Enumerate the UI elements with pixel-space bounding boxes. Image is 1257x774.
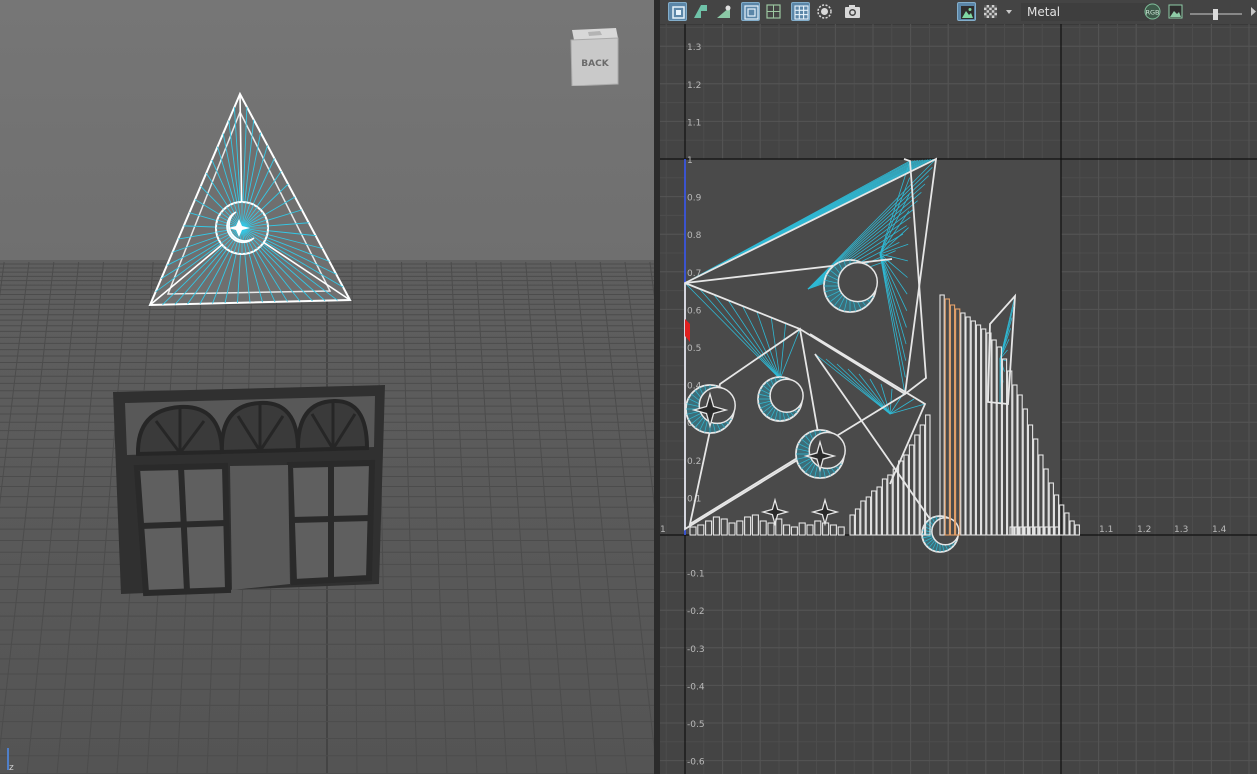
v-tick-label: 0.2	[687, 457, 701, 467]
exposure-slider-handle	[1213, 9, 1218, 20]
v-tick-label: -0.1	[687, 570, 705, 580]
snapshot-camera-icon[interactable]	[843, 2, 862, 21]
uv-0-1-tile	[685, 159, 1061, 535]
axis-indicator: z	[2, 746, 16, 772]
uv-texture-canvas[interactable]: 1.31.21.110.90.80.70.60.50.40.30.20.1-0.…	[660, 24, 1257, 774]
app-root: BACK z Metal RGB 1.3 1.2 1.1 1 0.9 0.8 0…	[0, 0, 1257, 774]
uv-face-select-icon[interactable]	[691, 2, 710, 21]
image-display-icon[interactable]	[957, 2, 976, 21]
u-tick-label: 1.1	[1099, 525, 1113, 535]
viewport-scene[interactable]	[0, 0, 654, 774]
view-cube-face-label: BACK	[581, 59, 609, 69]
rgb-channels-icon[interactable]: RGB	[1143, 2, 1162, 21]
perspective-viewport[interactable]: BACK z	[0, 0, 654, 774]
v-tick-label: 0.7	[687, 269, 701, 279]
axis-z-label: z	[9, 763, 14, 772]
uv-editor-panel[interactable]: Metal RGB 1.3 1.2 1.1 1 0.9 0.8 0.7 0.6 0.5 0.4 0.…	[660, 0, 1257, 774]
uv-vertex-select-icon[interactable]	[714, 2, 733, 21]
image-view-icon[interactable]	[1166, 2, 1185, 21]
uv-checker-grid-icon[interactable]	[791, 2, 810, 21]
v-tick-label: 1.3	[687, 43, 701, 53]
texture-name-label: Metal	[1027, 5, 1061, 19]
u-tick-label: 1	[660, 525, 666, 535]
display-grid-icon[interactable]	[764, 2, 783, 21]
v-tick-label: -0.5	[687, 720, 705, 730]
shader-texture-field[interactable]: Metal	[1021, 3, 1149, 21]
v-tick-label: 0.5	[687, 344, 701, 354]
u-tick-label: 1.2	[1137, 525, 1151, 535]
checker-pattern-icon[interactable]	[981, 2, 1000, 21]
v-tick-label: 1.2	[687, 81, 701, 91]
isolate-select-icon[interactable]	[815, 2, 834, 21]
dropdown-arrow-icon[interactable]	[1003, 2, 1015, 21]
toolbar-overflow-arrow[interactable]	[1250, 2, 1257, 21]
v-tick-label: -0.6	[687, 758, 705, 768]
v-tick-label: 0.9	[687, 194, 702, 204]
window-frame-mesh[interactable]	[113, 385, 385, 597]
display-wireframe-icon[interactable]	[741, 2, 760, 21]
triangle-emblem-mesh[interactable]	[148, 91, 352, 307]
v-tick-label: 1	[687, 156, 693, 166]
uv-shell-select-icon[interactable]	[668, 2, 687, 21]
rgb-label: RGB	[1146, 9, 1160, 17]
exposure-slider[interactable]	[1190, 6, 1242, 20]
u-tick-label: 1.4	[1212, 525, 1227, 535]
u-tick-label: 1.3	[1174, 525, 1188, 535]
v-tick-label: 0.6	[687, 306, 702, 316]
v-tick-label: -0.3	[687, 645, 705, 655]
v-tick-label: 1.1	[687, 118, 701, 128]
v-tick-label: 0.8	[687, 231, 702, 241]
view-cube[interactable]: BACK	[570, 26, 620, 86]
uv-editor-toolbar: Metal RGB	[660, 0, 1257, 25]
v-tick-label: -0.4	[687, 682, 705, 692]
v-tick-label: -0.2	[687, 607, 705, 617]
